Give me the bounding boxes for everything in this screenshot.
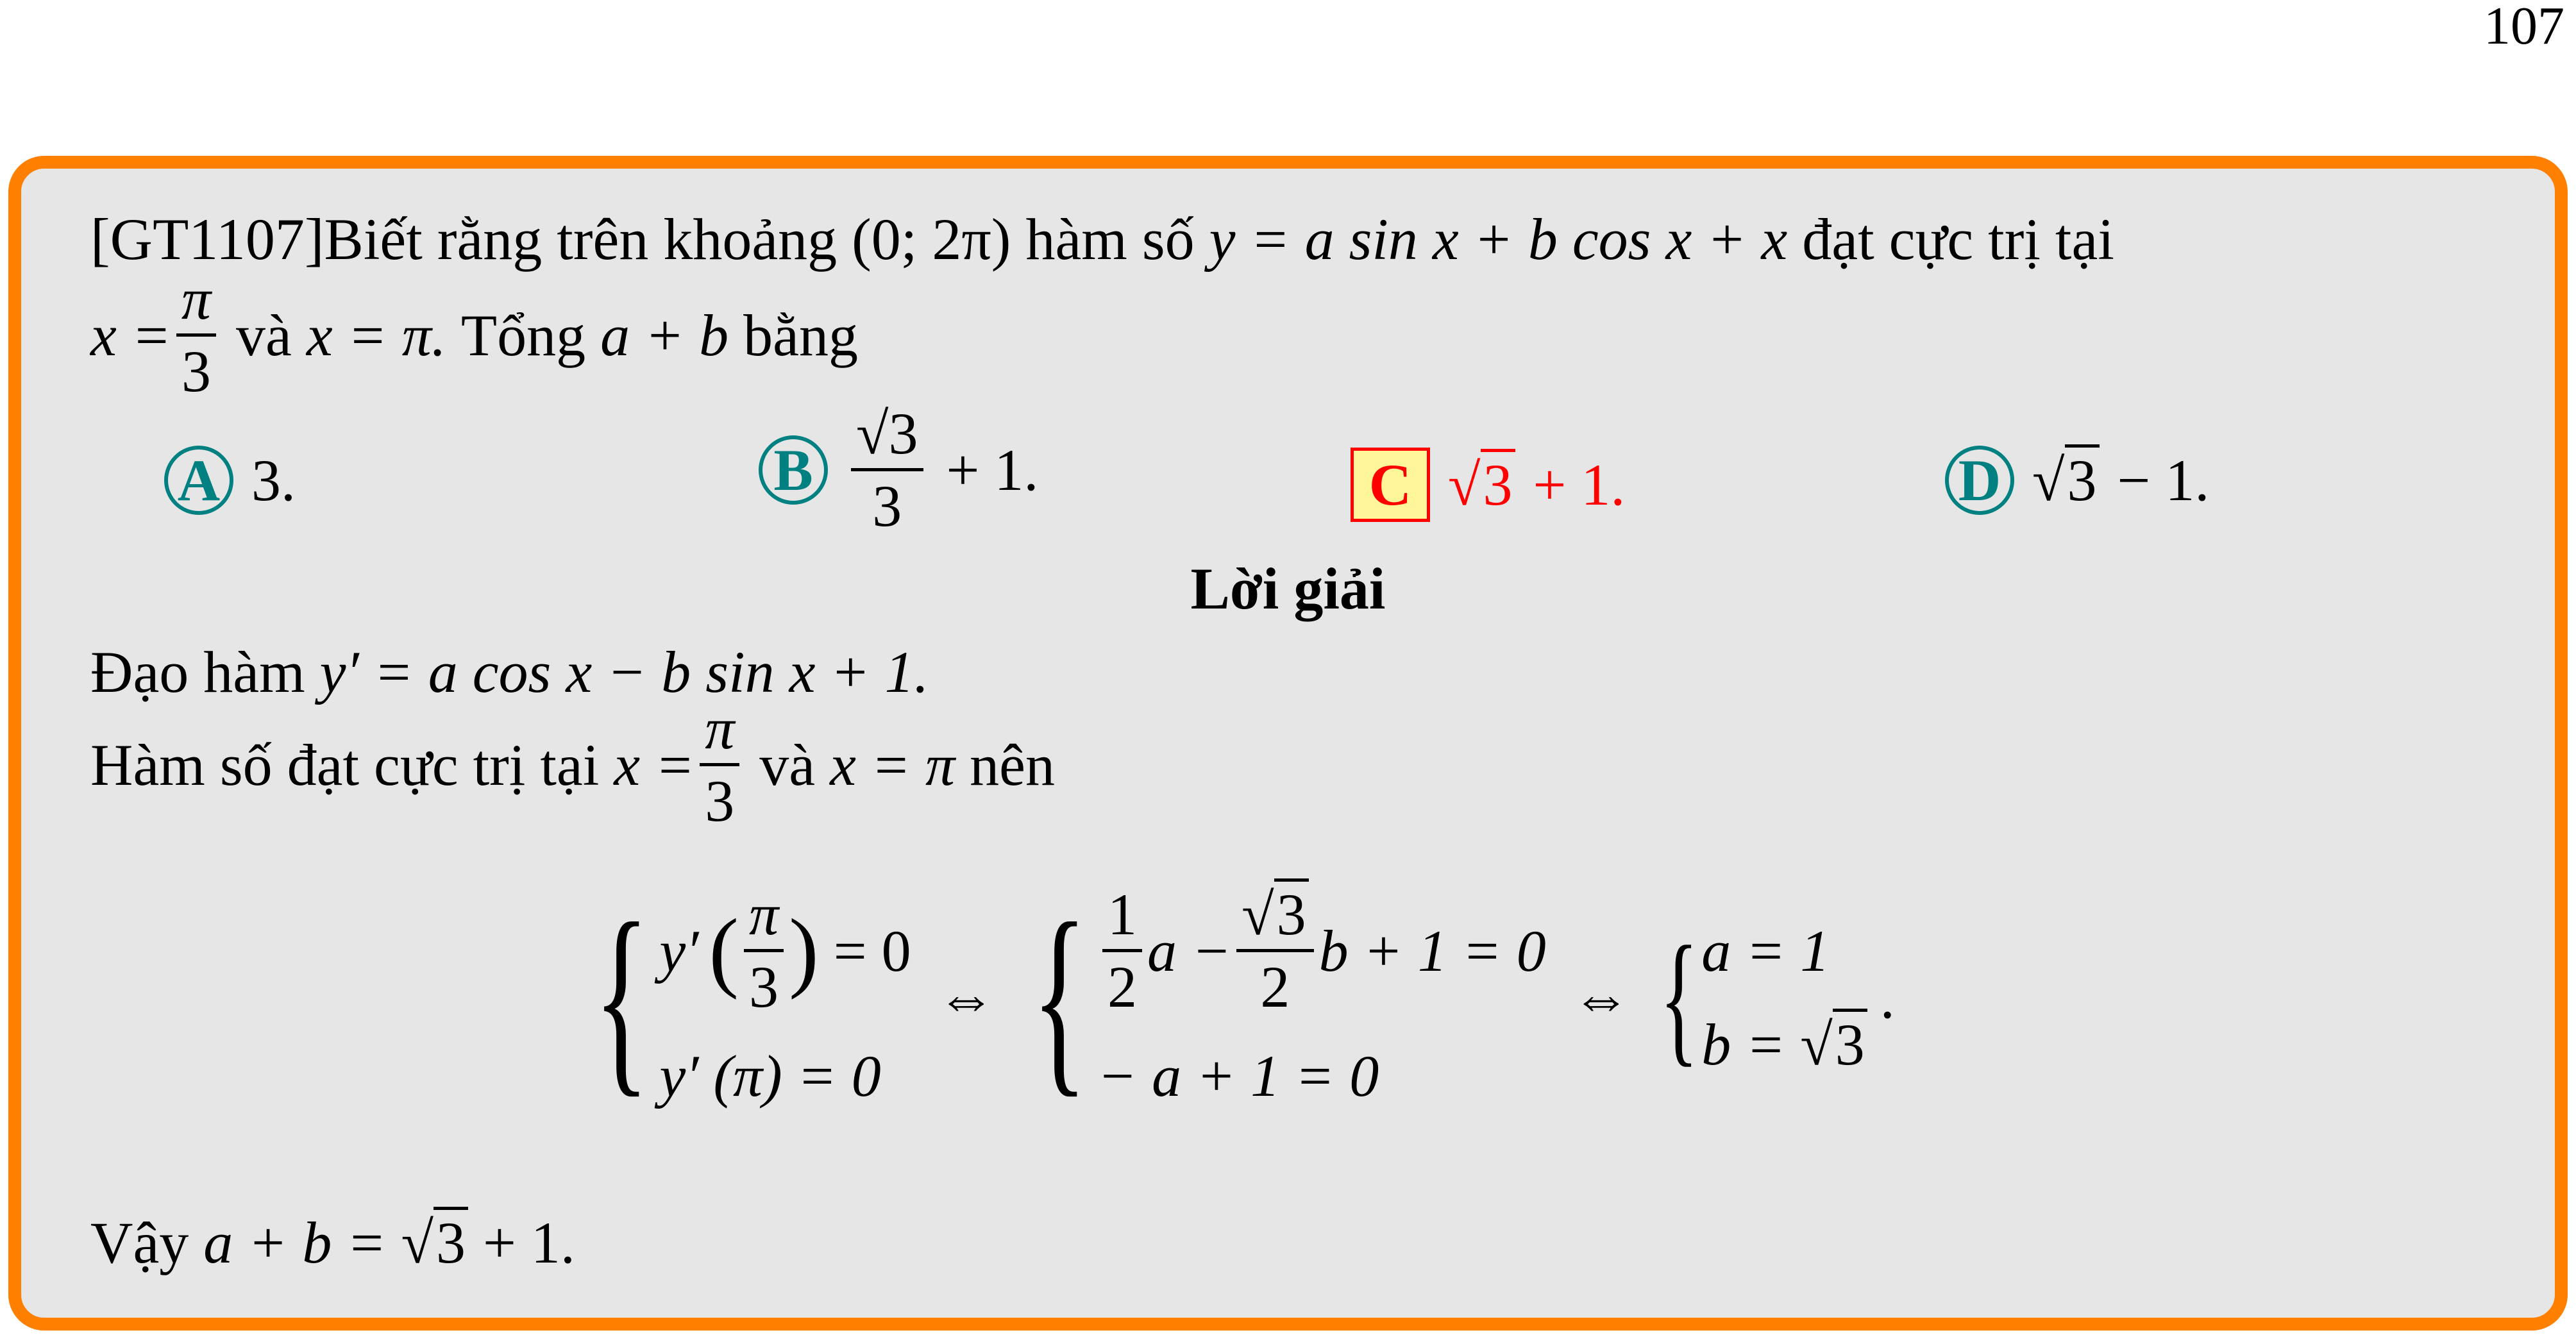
system-3-row-2: b = √3 bbox=[1701, 1008, 1867, 1079]
radicand: 3 bbox=[433, 1207, 468, 1275]
interval: (0; 2π) bbox=[852, 206, 1011, 272]
y-prime: y′ bbox=[659, 918, 699, 984]
left-brace: { bbox=[1031, 880, 1088, 1114]
system-3: a = 1 b = √3 bbox=[1701, 917, 1867, 1079]
problem-id: [GT1107] bbox=[90, 206, 324, 272]
system-1-row-2: y′ (π) = 0 bbox=[659, 1043, 881, 1109]
left-brace: { bbox=[1659, 915, 1699, 1079]
sum-expression: a + b bbox=[600, 302, 729, 368]
system-1-row-1: y′ ( π3 ) = 0 bbox=[659, 885, 911, 1016]
radicand: 3 bbox=[1480, 449, 1515, 517]
denominator: 3 bbox=[705, 768, 735, 834]
system-3-row-1: a = 1 bbox=[1701, 918, 1830, 984]
b-equals: b = bbox=[1701, 1011, 1786, 1077]
denominator: 2 bbox=[1260, 954, 1290, 1020]
option-a-text: 3. bbox=[251, 448, 296, 513]
x-equals: x = bbox=[90, 302, 171, 368]
conclusion-line: Vậy a + b = √3 + 1. bbox=[90, 1207, 575, 1277]
one-half: 12 bbox=[1102, 885, 1143, 1020]
system-2: 12 a − √3 2 b + 1 = 0 − a + 1 = 0 bbox=[1097, 878, 1546, 1110]
derivative-label: Đạo hàm bbox=[90, 639, 305, 705]
option-c-correct[interactable]: C √3 + 1. bbox=[1351, 448, 1625, 522]
conclusion-expression: a + b = bbox=[203, 1210, 387, 1275]
x-equals-pi: x = π bbox=[830, 732, 955, 798]
function-expression: y = a sin x + b cos x + x bbox=[1209, 206, 1788, 272]
extremum-line: Hàm số đạt cực trị tại x = π3 và x = π n… bbox=[90, 699, 1055, 830]
option-b-tail: + 1. bbox=[946, 437, 1039, 503]
then-text: nên bbox=[970, 732, 1055, 798]
option-d-tail: − 1. bbox=[2117, 448, 2210, 513]
left-brace: { bbox=[593, 880, 650, 1114]
numerator: 1 bbox=[1102, 885, 1143, 952]
equation-system-chain: { y′ ( π3 ) = 0 y′ (π) = 0 ⇔ { 12 a − √3… bbox=[584, 878, 1895, 1114]
derivative-line: Đạo hàm y′ = a cos x − b sin x + 1. bbox=[90, 638, 929, 706]
page-number: 107 bbox=[2484, 0, 2564, 56]
numerator: √3 bbox=[851, 404, 923, 471]
denominator: 3 bbox=[872, 473, 902, 539]
question-text: Biết rằng trên khoảng bbox=[324, 206, 838, 272]
system-2-row-1: 12 a − √3 2 b + 1 = 0 bbox=[1097, 878, 1546, 1020]
pi-over-3: π3 bbox=[700, 699, 740, 834]
iff-symbol: ⇔ bbox=[936, 964, 996, 1030]
question-line-1: [GT1107]Biết rằng trên khoảng (0; 2π) hà… bbox=[90, 205, 2114, 273]
numerator: π bbox=[744, 885, 784, 952]
system-2-row-2: − a + 1 = 0 bbox=[1097, 1043, 1379, 1109]
radicand: 3 bbox=[1274, 878, 1309, 947]
sqrt-3: √3 bbox=[1448, 449, 1515, 519]
extremum-text: Hàm số đạt cực trị tại bbox=[90, 732, 600, 798]
and-text: và bbox=[236, 302, 292, 368]
radicand: 3 bbox=[2064, 444, 2100, 513]
option-c-tail: + 1. bbox=[1533, 452, 1626, 517]
option-letter-d: D bbox=[1945, 446, 2014, 515]
question-tail: bằng bbox=[743, 302, 859, 368]
question-sum-label: Tổng bbox=[460, 302, 586, 368]
sqrt-3: √3 bbox=[1800, 1008, 1867, 1079]
derivative-expression: y′ = a cos x − b sin x + 1. bbox=[319, 639, 929, 705]
radicand: 3 bbox=[1832, 1008, 1867, 1077]
solution-title: Lời giải bbox=[1190, 556, 1386, 621]
option-b[interactable]: B √3 3 + 1. bbox=[759, 404, 1038, 535]
period: . bbox=[1880, 964, 1895, 1030]
pi-over-3: π3 bbox=[176, 269, 217, 404]
conclusion-tail: + 1. bbox=[482, 1210, 575, 1275]
option-letter-a: A bbox=[164, 446, 233, 515]
system-1: y′ ( π3 ) = 0 y′ (π) = 0 bbox=[659, 885, 911, 1110]
denominator: 3 bbox=[749, 954, 779, 1020]
a-term: a − bbox=[1147, 918, 1232, 984]
pi-over-3: π3 bbox=[744, 885, 784, 1016]
numerator: π bbox=[700, 699, 740, 766]
conclusion-label: Vậy bbox=[90, 1210, 189, 1275]
x-equals: x = bbox=[614, 732, 695, 798]
option-d[interactable]: D √3 − 1. bbox=[1945, 444, 2210, 515]
question-line-2: x = π3 và x = π. Tổng a + b bằng bbox=[90, 269, 858, 401]
denominator: 2 bbox=[1107, 954, 1138, 1020]
sqrt3-over-2: √3 2 bbox=[1236, 878, 1314, 1020]
equals-zero: = 0 bbox=[833, 918, 911, 984]
b-term: b + 1 = 0 bbox=[1318, 918, 1546, 984]
option-b-fraction: √3 3 bbox=[851, 404, 923, 535]
paren: ) bbox=[789, 901, 819, 1000]
iff-symbol: ⇔ bbox=[1571, 964, 1631, 1030]
option-a[interactable]: A 3. bbox=[164, 446, 296, 515]
x-equals-pi: x = π. bbox=[306, 302, 446, 368]
and-text: và bbox=[759, 732, 816, 798]
paren: ( bbox=[709, 901, 739, 1000]
numerator: π bbox=[176, 269, 217, 337]
option-letter-b: B bbox=[759, 435, 828, 505]
sqrt-3: √3 bbox=[401, 1207, 468, 1277]
question-text-end: đạt cực trị tại bbox=[1802, 206, 2114, 272]
sqrt-3: √3 bbox=[2032, 444, 2100, 514]
numerator: √3 bbox=[1236, 878, 1314, 952]
denominator: 3 bbox=[181, 339, 211, 404]
question-text-mid: hàm số bbox=[1025, 206, 1195, 272]
option-letter-c: C bbox=[1351, 448, 1430, 522]
